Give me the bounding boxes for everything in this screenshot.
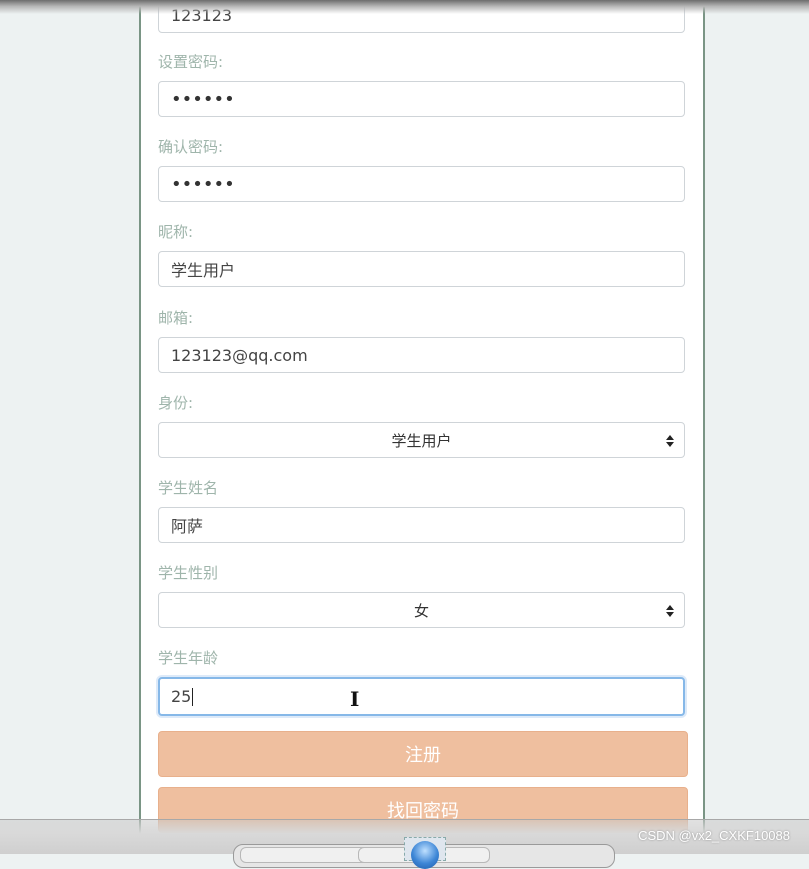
confirm-password-label: 确认密码: bbox=[158, 138, 224, 156]
confirm-password-input-value: •••••• bbox=[171, 173, 235, 195]
nickname-label: 昵称: bbox=[158, 223, 194, 241]
account-input-value: 123123 bbox=[171, 5, 233, 25]
nickname-input[interactable]: 学生用户 bbox=[158, 251, 685, 287]
student-age-label: 学生年龄 bbox=[158, 649, 219, 667]
watermark: CSDN @vx2_CXKF10088 bbox=[638, 828, 790, 843]
register-button[interactable]: 注册 bbox=[158, 731, 688, 777]
identity-select-value: 学生用户 bbox=[391, 431, 452, 450]
identity-select[interactable]: 学生用户 bbox=[158, 422, 685, 458]
nickname-input-value: 学生用户 bbox=[171, 261, 236, 280]
student-name-input[interactable]: 阿萨 bbox=[158, 507, 685, 543]
email-input-value: 123123@qq.com bbox=[171, 345, 308, 365]
password-label: 设置密码: bbox=[158, 53, 224, 71]
account-input[interactable]: 123123 bbox=[158, 0, 685, 33]
student-age-input-value: 25 bbox=[171, 687, 192, 706]
student-gender-select[interactable]: 女 bbox=[158, 592, 685, 628]
identity-label: 身份: bbox=[158, 394, 194, 412]
confirm-password-input[interactable]: •••••• bbox=[158, 166, 685, 202]
password-input[interactable]: •••••• bbox=[158, 81, 685, 117]
student-name-input-value: 阿萨 bbox=[171, 517, 204, 536]
taskbar-window-tab[interactable] bbox=[240, 847, 372, 863]
email-label: 邮箱: bbox=[158, 309, 194, 327]
student-gender-select-value: 女 bbox=[413, 601, 429, 620]
student-gender-label: 学生性别 bbox=[158, 564, 219, 582]
select-arrows-icon bbox=[666, 601, 674, 617]
email-input[interactable]: 123123@qq.com bbox=[158, 337, 685, 373]
ibeam-cursor-icon: I bbox=[350, 687, 360, 711]
taskbar-start-orb-icon[interactable] bbox=[404, 837, 446, 869]
student-age-input[interactable]: 25 I bbox=[158, 677, 685, 716]
select-arrows-icon bbox=[666, 431, 674, 447]
text-caret bbox=[192, 687, 194, 706]
password-input-value: •••••• bbox=[171, 88, 235, 110]
student-name-label: 学生姓名 bbox=[158, 479, 219, 497]
registration-form-panel: 123123 设置密码: •••••• 确认密码: •••••• 昵称: 学生用… bbox=[139, 0, 705, 853]
